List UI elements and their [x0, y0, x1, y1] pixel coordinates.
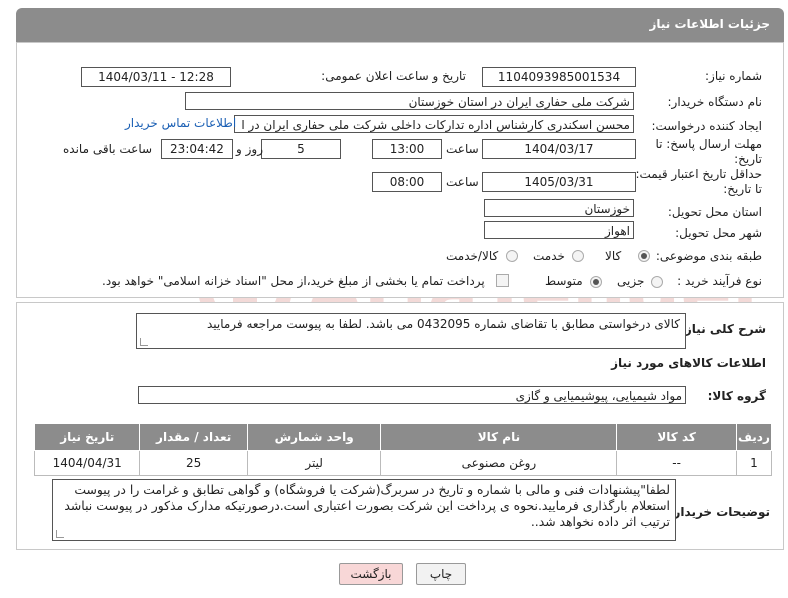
goods-table-header-row: ردیف کد کالا نام کالا واحد شمارش تعداد /… — [33, 423, 773, 451]
validity-time-label: ساعت — [446, 175, 479, 189]
remaining-label: ساعت باقی مانده — [63, 142, 153, 156]
announce-field[interactable]: 1404/03/11 - 12:28 — [81, 67, 231, 87]
category-option-goods: کالا — [605, 249, 622, 263]
category-option-both: کالا/خدمت — [446, 249, 499, 263]
process-option-medium: متوسط — [545, 274, 583, 288]
panel-header: جزئیات اطلاعات نیاز — [16, 8, 784, 42]
need-number-field[interactable]: 1104093985001534 — [482, 67, 636, 87]
buyer-contact-link[interactable]: اطلاعات تماس خریدار — [125, 116, 236, 130]
reply-date-field[interactable]: 1404/03/17 — [482, 139, 636, 159]
process-radio-minor[interactable] — [651, 276, 663, 288]
price-validity-label-1: حداقل تاریخ اعتبار قیمت: — [635, 167, 762, 181]
cell-unit: لیتر — [246, 450, 382, 476]
days-label: روز و — [236, 142, 263, 156]
resize-grip-icon[interactable] — [140, 338, 148, 346]
col-item-name: نام کالا — [380, 423, 618, 451]
description-label: شرح کلی نیاز: — [680, 322, 766, 336]
province-label: استان محل تحویل: — [667, 205, 762, 219]
process-radio-medium[interactable] — [590, 276, 602, 288]
days-field[interactable]: 5 — [261, 139, 341, 159]
cell-need-date: 1404/04/31 — [33, 450, 141, 476]
table-row: 1 -- روغن مصنوعی لیتر 25 1404/04/31 — [33, 450, 773, 476]
buyer-org-label: نام دستگاه خریدار: — [667, 95, 763, 109]
description-textarea[interactable]: کالای درخواستی مطابق با تقاضای شماره 043… — [136, 313, 686, 349]
reply-deadline-label-2: تاریخ: — [734, 152, 762, 166]
buyer-notes-textarea[interactable]: لطفا"پیشنهادات فنی و مالی با شماره و تار… — [52, 479, 676, 541]
city-label: شهر محل تحویل: — [675, 226, 762, 240]
process-option-minor: جزیی — [617, 274, 645, 288]
need-number-label: شماره نیاز: — [705, 69, 762, 83]
remaining-time-field[interactable]: 23:04:42 — [161, 139, 233, 159]
buyer-notes-label: توضیحات خریدار: — [668, 505, 770, 519]
category-label: طبقه بندی موضوعی: — [655, 249, 762, 263]
category-radio-both[interactable] — [506, 250, 518, 262]
goods-group-field[interactable]: مواد شیمیایی، پیوشیمیایی و گازی — [138, 386, 686, 404]
description-text: کالای درخواستی مطابق با تقاضای شماره 043… — [206, 317, 680, 331]
panel-title: جزئیات اطلاعات نیاز — [649, 17, 770, 31]
province-field[interactable]: خوزستان — [484, 199, 634, 217]
validity-date-field[interactable]: 1405/03/31 — [482, 172, 636, 192]
resize-grip-icon[interactable] — [56, 530, 64, 538]
col-row-number: ردیف — [735, 423, 773, 451]
announce-label: تاریخ و ساعت اعلان عمومی: — [321, 69, 466, 83]
treasury-payment-note: پرداخت تمام یا بخشی از مبلغ خرید،از محل … — [102, 274, 485, 288]
cell-row-number: 1 — [735, 450, 773, 476]
category-radio-goods[interactable] — [638, 250, 650, 262]
reply-time-label: ساعت — [446, 142, 479, 156]
col-need-date: تاریخ نیاز — [33, 423, 141, 451]
goods-group-label: گروه کالا: — [707, 389, 766, 403]
buyer-notes-text: لطفا"پیشنهادات فنی و مالی با شماره و تار… — [64, 482, 670, 529]
requester-label: ایجاد کننده درخواست: — [651, 119, 762, 133]
goods-table: ردیف کد کالا نام کالا واحد شمارش تعداد /… — [33, 423, 773, 476]
reply-deadline-label-1: مهلت ارسال پاسخ: تا — [655, 137, 762, 151]
col-quantity: تعداد / مقدار — [139, 423, 248, 451]
cell-quantity: 25 — [139, 450, 248, 476]
reply-time-field[interactable]: 13:00 — [372, 139, 442, 159]
requester-field[interactable]: محسن اسکندری کارشناس اداره تدارکات داخلی… — [234, 115, 634, 133]
category-option-service: خدمت — [533, 249, 565, 263]
cell-item-code: -- — [616, 450, 737, 476]
price-validity-label-2: تا تاریخ: — [723, 182, 762, 196]
goods-info-title: اطلاعات کالاهای مورد نیاز — [611, 356, 766, 370]
process-label: نوع فرآیند خرید : — [677, 274, 762, 288]
back-button[interactable]: بازگشت — [339, 563, 403, 585]
treasury-payment-checkbox[interactable] — [496, 274, 509, 287]
city-field[interactable]: اهواز — [484, 221, 634, 239]
col-unit: واحد شمارش — [246, 423, 382, 451]
print-button[interactable]: چاپ — [416, 563, 466, 585]
cell-item-name: روغن مصنوعی — [380, 450, 618, 476]
col-item-code: کد کالا — [616, 423, 737, 451]
buyer-org-field[interactable]: شرکت ملی حفاری ایران در استان خوزستان — [185, 92, 634, 110]
category-radio-service[interactable] — [572, 250, 584, 262]
validity-time-field[interactable]: 08:00 — [372, 172, 442, 192]
